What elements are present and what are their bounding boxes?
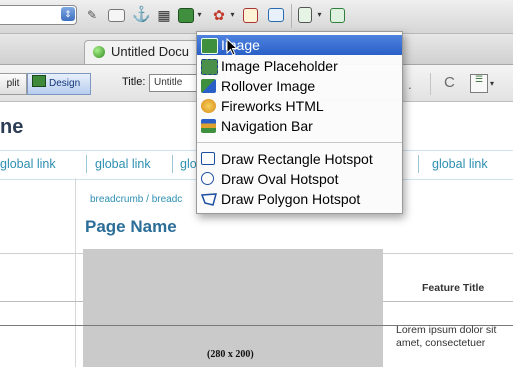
- named-anchor-icon[interactable]: ⚓: [132, 6, 151, 24]
- image-insert-menu: Image Image Placeholder Rollover Image F…: [196, 31, 403, 214]
- menu-item-fireworks-html[interactable]: Fireworks HTML: [197, 96, 402, 116]
- nav-separator: [418, 155, 419, 173]
- email-link-icon[interactable]: [108, 9, 125, 22]
- mouse-cursor-icon: [226, 38, 238, 56]
- polygon-hotspot-icon: [201, 193, 217, 206]
- feature-title: Feature Title: [422, 282, 485, 294]
- table-icon[interactable]: ▦: [155, 6, 173, 24]
- media-icon[interactable]: ✿: [210, 6, 228, 24]
- global-nav-link[interactable]: global link: [0, 157, 56, 171]
- image-placeholder-icon: [201, 59, 218, 75]
- tab-title: Untitled Docu: [111, 44, 190, 59]
- toolbar-dot: .: [408, 77, 412, 92]
- view-options-dropdown-arrow[interactable]: ▾: [490, 79, 494, 88]
- menu-item-label: Draw Rectangle Hotspot: [221, 151, 373, 167]
- global-nav-link[interactable]: global link: [95, 157, 151, 171]
- global-nav-link[interactable]: glo: [180, 157, 197, 171]
- menu-item-label: Fireworks HTML: [221, 98, 324, 114]
- rollover-image-icon: [201, 79, 216, 93]
- templates-dropdown-arrow[interactable]: ▾: [316, 10, 323, 20]
- templates-icon[interactable]: [298, 7, 312, 23]
- title-label: Title:: [122, 76, 146, 88]
- site-title: ne: [0, 116, 24, 138]
- fireworks-icon: [201, 99, 216, 113]
- insert-toolbar: ⇕ ✎ ⚓ ▦ ▾ ✿ ▾ ▾: [0, 0, 513, 34]
- breadcrumb[interactable]: breadcrumb / breadc: [90, 194, 182, 205]
- feature-body-text: Lorem ipsum dolor sit amet, consectetuer: [396, 324, 497, 349]
- menu-item-image-placeholder[interactable]: Image Placeholder: [197, 56, 402, 76]
- column-divider: [75, 178, 76, 367]
- toolbar-separator: [291, 4, 292, 28]
- menu-item-label: Draw Polygon Hotspot: [221, 191, 361, 207]
- page-name-heading: Page Name: [85, 217, 177, 236]
- placeholder-size-label: (280 x 200): [207, 349, 254, 360]
- nav-separator: [172, 155, 173, 173]
- design-view-icon: [32, 75, 46, 87]
- format-combo[interactable]: ⇕: [0, 5, 77, 25]
- view-options-icon[interactable]: ☰: [470, 74, 488, 93]
- toolbar-separator: [430, 73, 431, 95]
- menu-item-label: Rollover Image: [221, 78, 316, 94]
- menu-item-rollover-image[interactable]: Rollover Image: [197, 76, 402, 96]
- design-view-button[interactable]: Design: [27, 73, 91, 95]
- comment-icon[interactable]: [268, 8, 284, 22]
- menu-item-draw-rectangle-hotspot[interactable]: Draw Rectangle Hotspot: [197, 149, 402, 169]
- menu-item-draw-oval-hotspot[interactable]: Draw Oval Hotspot: [197, 169, 402, 189]
- oval-hotspot-icon: [201, 172, 214, 185]
- refresh-icon[interactable]: C: [444, 74, 455, 91]
- menu-item-navigation-bar[interactable]: Navigation Bar: [197, 116, 402, 136]
- combo-arrow-icon[interactable]: ⇕: [61, 7, 75, 21]
- menu-item-label: Draw Oval Hotspot: [221, 171, 339, 187]
- menu-item-draw-polygon-hotspot[interactable]: Draw Polygon Hotspot: [197, 189, 402, 209]
- split-view-button[interactable]: plit: [0, 73, 27, 95]
- tag-chooser-icon[interactable]: [330, 8, 345, 23]
- nav-separator: [86, 155, 87, 173]
- design-view-label: Design: [49, 78, 81, 89]
- image-icon[interactable]: [178, 8, 194, 23]
- document-icon: [93, 46, 105, 58]
- rectangle-hotspot-icon: [201, 152, 215, 165]
- media-dropdown-arrow[interactable]: ▾: [229, 10, 236, 20]
- image-icon: [201, 38, 218, 54]
- navigation-bar-icon: [201, 119, 216, 133]
- global-nav-link[interactable]: global link: [432, 157, 488, 171]
- menu-item-label: Navigation Bar: [221, 118, 313, 134]
- date-icon[interactable]: [243, 8, 258, 23]
- hyperlink-icon[interactable]: ✎: [83, 6, 101, 24]
- image-dropdown-arrow[interactable]: ▾: [196, 10, 203, 20]
- menu-separator: [197, 142, 402, 143]
- menu-item-label: Image Placeholder: [221, 58, 338, 74]
